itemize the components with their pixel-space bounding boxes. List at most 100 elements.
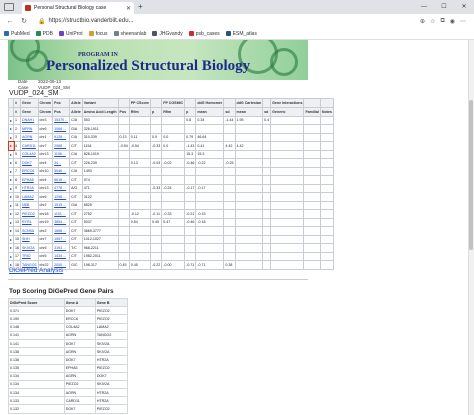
table-cell [270,234,305,244]
table-cell [270,149,305,159]
table-subheader-cell: Rfim [128,107,152,117]
position-link[interactable]: 1106 ... [52,149,71,159]
more-menu-icon[interactable]: ⋯ [460,18,466,25]
bookmark-item[interactable]: ESM_atlas [225,31,257,37]
gene-link[interactable]: EPHA5 [20,175,39,185]
table-cell [223,243,236,253]
gene-link[interactable]: SCN9A [20,226,39,236]
gene-link[interactable]: DOK7 [20,158,39,168]
protein-ring-shape [26,50,48,72]
position-link[interactable]: 1296 ... [52,192,71,202]
table-cell [150,124,163,134]
table-cell [184,200,197,210]
table-cell [262,260,272,270]
gene-link[interactable]: SHH [20,234,39,244]
gene-link[interactable]: MFRN [20,124,39,134]
new-tab-button[interactable]: + [138,2,143,11]
table-cell [195,166,225,176]
gene-link[interactable]: DNAH1 [20,115,39,125]
pairs-cell: 0.138 [8,355,65,365]
zoom-icon[interactable]: ⊕ [420,18,425,25]
profile-icon[interactable]: ◉ [450,18,455,25]
minimize-icon[interactable]: — [414,0,434,14]
back-icon[interactable]: ← [6,18,14,25]
table-cell: -0.24 [161,183,186,193]
position-link[interactable]: 1066 ... [52,124,71,134]
gene-link[interactable]: SKIV2A [20,243,39,253]
gene-link[interactable]: HTR2A [20,183,39,193]
position-link[interactable]: 3193 ... [52,243,71,253]
table-cell [319,132,334,142]
position-link[interactable]: 15370 ... [52,115,71,125]
bookmark-item[interactable]: focus [88,31,108,37]
site-favicon-icon [25,5,31,11]
position-link[interactable]: 5046 ... [52,166,71,176]
position-link[interactable]: 1668 ... [52,226,71,236]
table-cell [262,226,272,236]
bookmark-item[interactable]: UniProt [58,31,83,37]
gene-link[interactable]: NEB [20,200,39,210]
table-subheader-cell: p [184,107,197,117]
table-cell: 0.0 [150,132,163,142]
table-cell [319,234,334,244]
position-link[interactable]: 1101 ... [52,209,71,219]
table-cell [128,183,152,193]
lock-icon[interactable]: 🔒 [38,18,45,25]
browser-tab[interactable]: Personal Structural Biology case ✕ [22,2,134,14]
table-cell: -0.33 [150,183,163,193]
bookmark-item[interactable]: PubMed [4,31,30,37]
gene-link[interactable]: COL4A2 [20,149,39,159]
bookmark-item[interactable]: PDB [35,31,53,37]
table-cell [303,217,321,227]
position-link[interactable]: 4778 ... [52,183,71,193]
position-link[interactable]: 1557 ... [52,234,71,244]
bookmark-item[interactable]: JHGvandy [152,31,183,37]
scrollbar-thumb[interactable] [469,100,473,250]
table-cell [319,251,334,261]
position-link[interactable]: 9128 ... [52,132,71,142]
gene-link[interactable]: CARD11 [20,141,39,151]
table-cell [117,115,130,125]
table-cell: T/C [69,243,83,253]
table-cell [270,200,305,210]
url-field[interactable]: https://structbio.vanderbilt.edu... [48,18,420,24]
table-cell: chr19 [37,217,54,227]
pairs-cell: SKIV2A [94,338,129,349]
page-scrollbar[interactable] [468,40,474,415]
bookmark-item[interactable]: sheenanlab [113,31,146,37]
table-cell: 10 [13,192,22,202]
table-cell [117,166,130,176]
table-cell [270,209,305,219]
close-window-icon[interactable]: ✕ [454,0,474,14]
position-link[interactable]: 6618 ... [52,175,71,185]
maximize-icon[interactable]: ☐ [434,0,454,14]
table-cell: G/C [69,260,83,270]
table-cell [234,234,264,244]
table-cell [303,141,321,151]
bookmark-item[interactable]: psb_cases [188,31,220,37]
position-link[interactable]: 34... [52,158,71,168]
gene-link[interactable]: TRIO [20,251,39,261]
table-cell [234,124,264,134]
refresh-icon[interactable]: ↻ [20,17,28,25]
table-cell [319,149,334,159]
digepred-analysis-link[interactable]: DiGePred Analysis [9,267,63,274]
table-cell: C/A [69,166,83,176]
favorite-star-icon[interactable]: ☆ [430,18,435,25]
tab-close-icon[interactable]: ✕ [126,5,131,12]
gene-link[interactable]: RYR1 [20,217,39,227]
position-link[interactable]: 1515 ... [52,200,71,210]
table-cell [128,124,152,134]
position-link[interactable]: 2988 ... [52,141,71,151]
extensions-icon[interactable]: ⧉ [440,18,444,25]
tab-actions-icon[interactable] [4,3,14,11]
gene-link[interactable]: AGRN [20,132,39,142]
table-cell: 0.47 [161,217,186,227]
gene-link[interactable]: ERCC6 [20,166,39,176]
gene-link[interactable]: LAMA2 [20,192,39,202]
gene-link[interactable]: PIEZO2 [20,209,39,219]
position-link[interactable]: 3854 ... [52,217,71,227]
position-link[interactable]: 1434 ... [52,251,71,261]
table-cell [262,183,272,193]
table-cell: C/T [69,192,83,202]
